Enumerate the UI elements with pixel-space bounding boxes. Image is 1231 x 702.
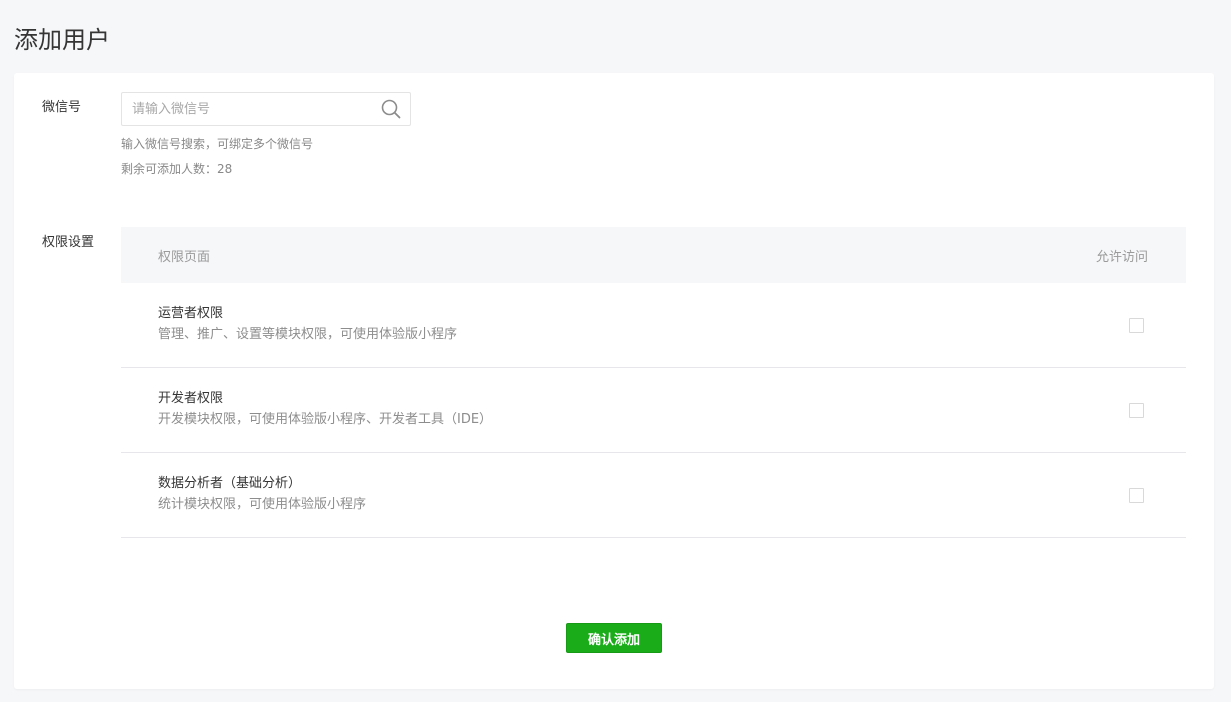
wechat-id-label: 微信号 <box>42 100 82 115</box>
wechat-search-box <box>121 92 411 126</box>
permission-description: 开发模块权限，可使用体验版小程序、开发者工具（IDE） <box>158 412 493 427</box>
permission-table: 权限页面 允许访问 运营者权限 管理、推广、设置等模块权限，可使用体验版小程序 … <box>121 227 1186 538</box>
permission-description: 统计模块权限，可使用体验版小程序 <box>158 497 367 512</box>
permission-row-operator: 运营者权限 管理、推广、设置等模块权限，可使用体验版小程序 <box>121 283 1186 368</box>
permission-title: 运营者权限 <box>158 306 224 321</box>
permission-description: 管理、推广、设置等模块权限，可使用体验版小程序 <box>158 327 458 342</box>
developer-permission-checkbox[interactable] <box>1129 403 1144 418</box>
confirm-add-button[interactable]: 确认添加 <box>566 623 662 653</box>
permission-title: 开发者权限 <box>158 391 224 406</box>
page-title: 添加用户 <box>14 26 110 54</box>
permission-settings-label: 权限设置 <box>42 235 95 250</box>
add-user-form-card: 微信号 输入微信号搜索，可绑定多个微信号 剩余可添加人数：28 权限设置 权限页… <box>14 73 1214 689</box>
remaining-count-text: 剩余可添加人数：28 <box>121 160 232 178</box>
permission-row-developer: 开发者权限 开发模块权限，可使用体验版小程序、开发者工具（IDE） <box>121 368 1186 453</box>
wechat-id-input[interactable] <box>122 93 372 125</box>
column-header-allow: 允许访问 <box>1095 250 1148 265</box>
data-analyst-permission-checkbox[interactable] <box>1129 488 1144 503</box>
remaining-count-label: 剩余可添加人数： <box>121 162 218 176</box>
permission-title: 数据分析者（基础分析） <box>158 476 302 491</box>
operator-permission-checkbox[interactable] <box>1129 318 1144 333</box>
permission-table-header: 权限页面 允许访问 <box>121 227 1186 283</box>
permission-row-data-analyst: 数据分析者（基础分析） 统计模块权限，可使用体验版小程序 <box>121 453 1186 538</box>
wechat-search-hint: 输入微信号搜索，可绑定多个微信号 <box>121 137 314 151</box>
search-icon[interactable] <box>381 99 401 119</box>
remaining-count-value: 28 <box>217 162 233 176</box>
column-header-page: 权限页面 <box>158 250 211 265</box>
